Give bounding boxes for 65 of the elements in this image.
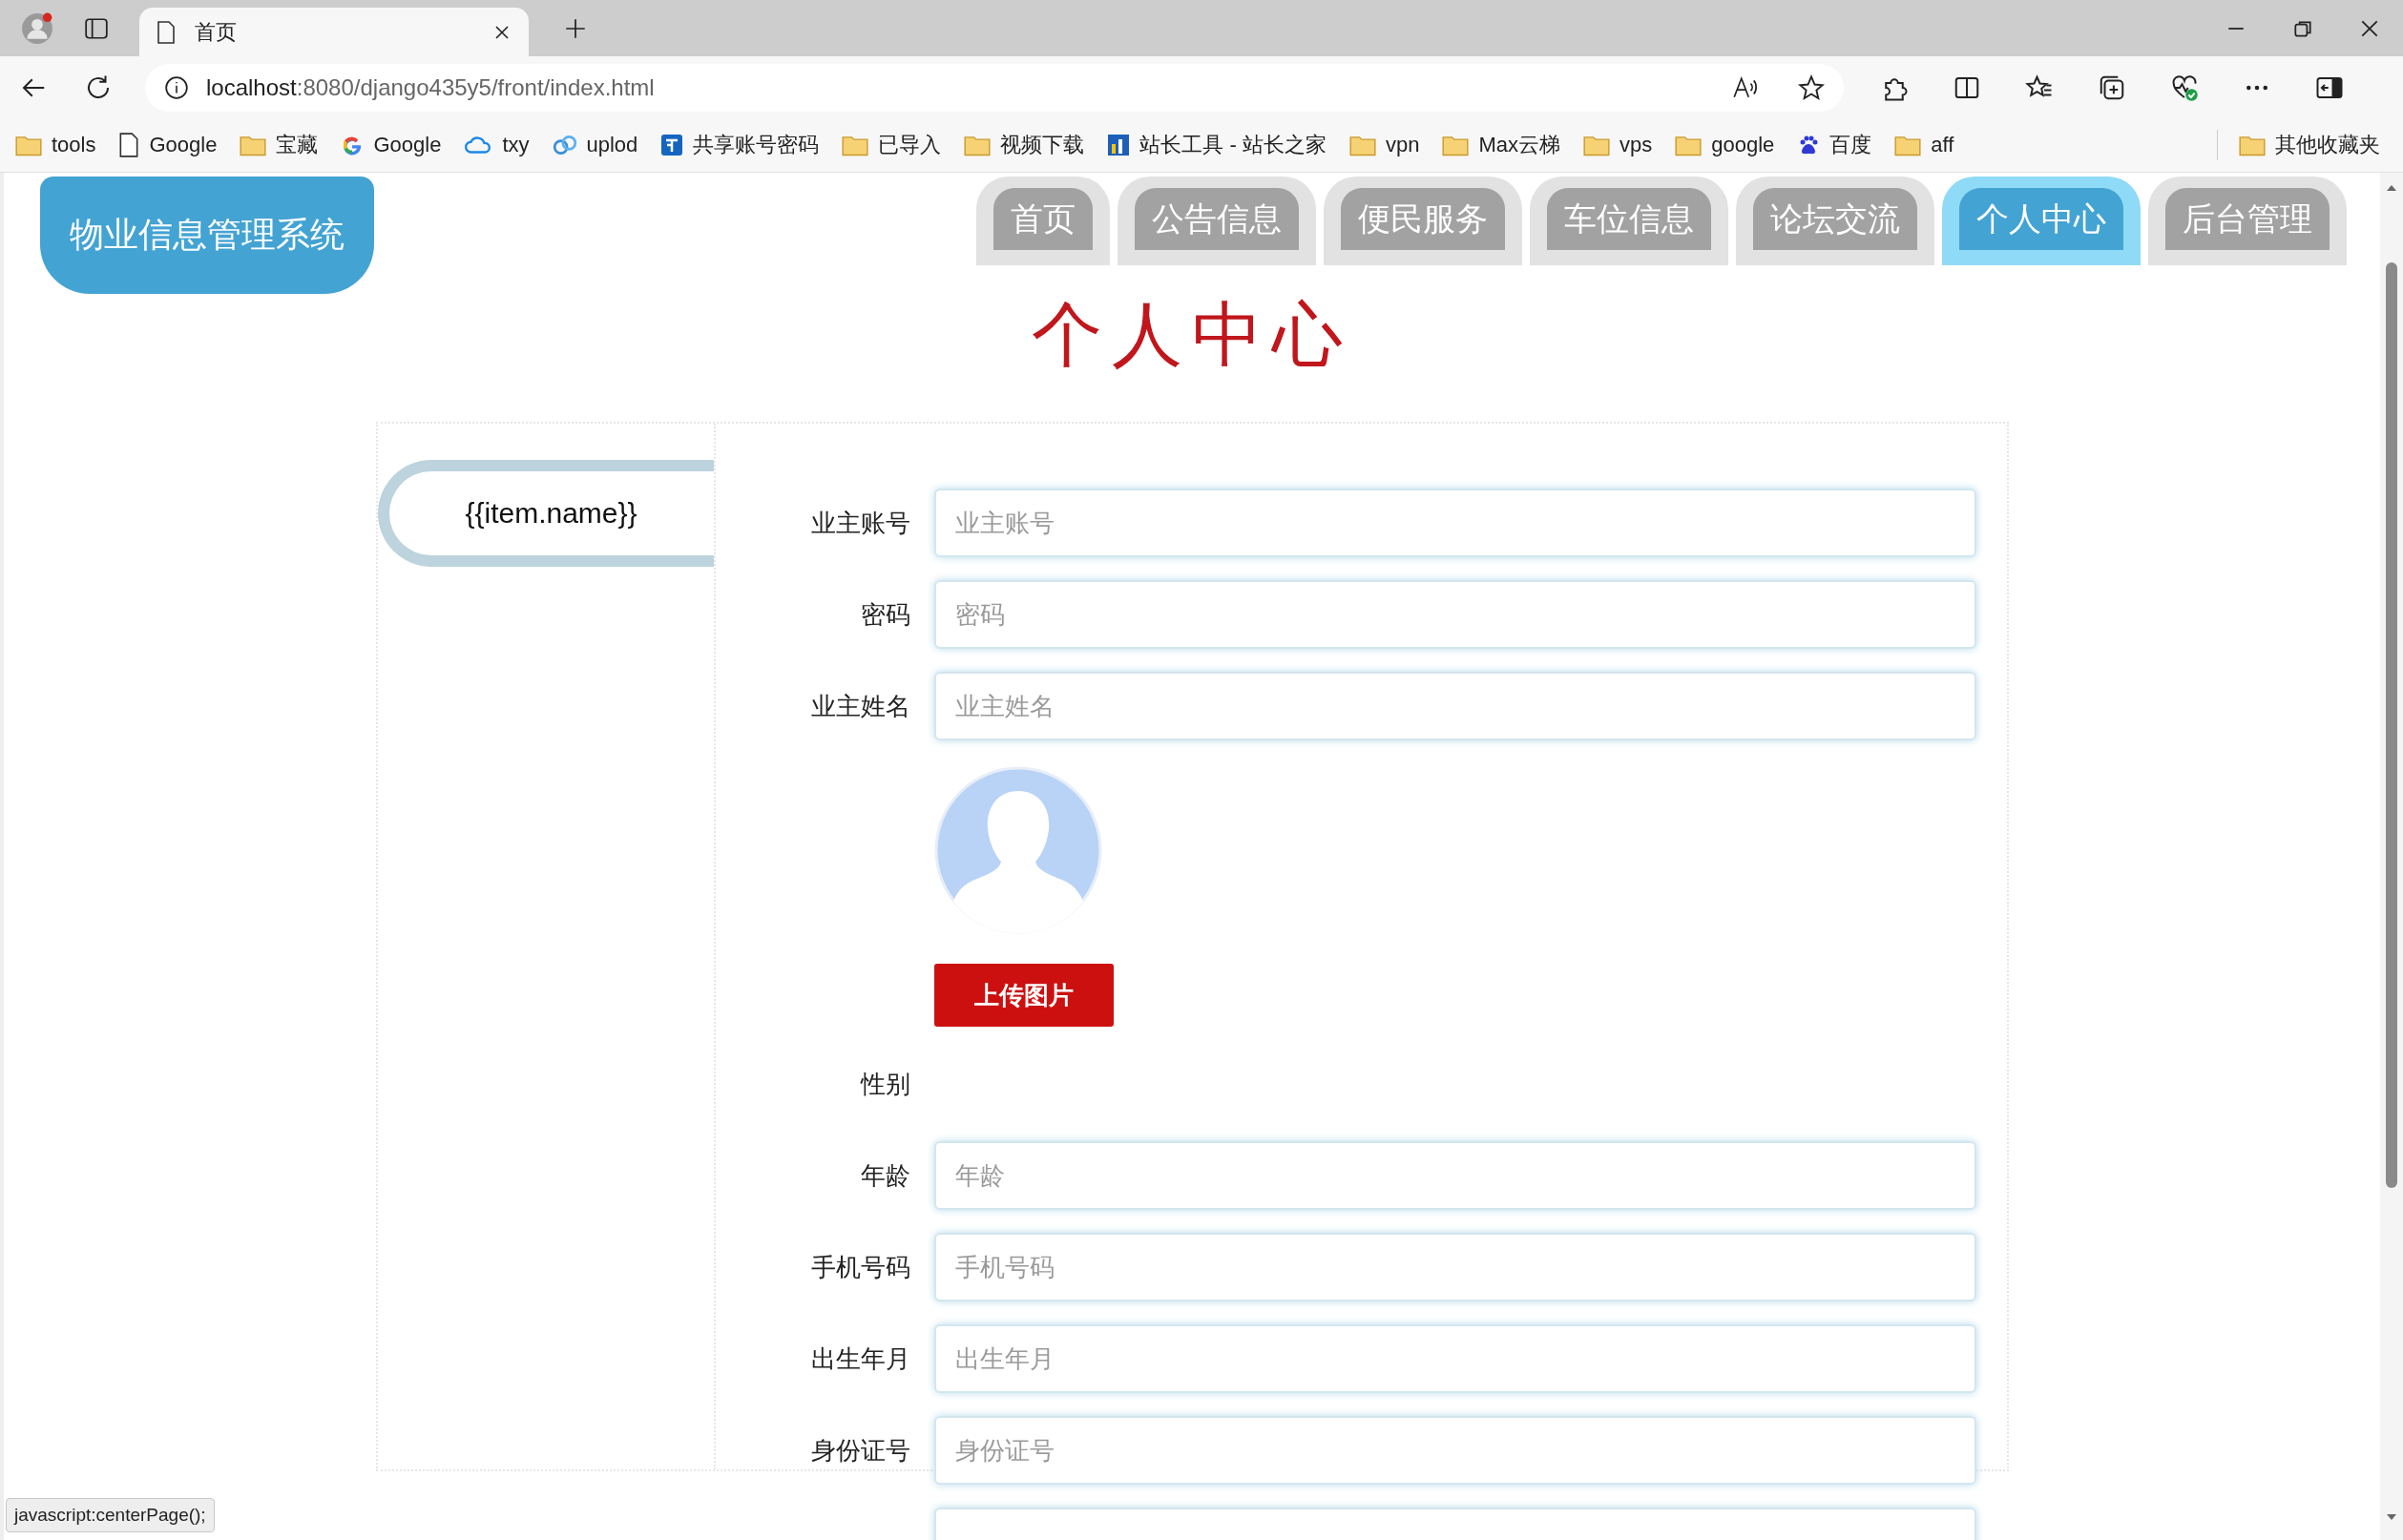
input-field[interactable]: 年龄 [933, 1141, 1976, 1210]
bookmark-item[interactable]: 已导入 [842, 131, 942, 159]
field-label: 性别 [860, 1068, 910, 1100]
url-text: localhost:8080/django435y5/front/index.html [206, 73, 655, 101]
bookmark-item[interactable]: Max云梯 [1442, 131, 1560, 159]
avatar-placeholder-icon [933, 766, 1102, 934]
upload-button[interactable]: 上传图片 [933, 964, 1114, 1027]
star-icon[interactable] [1798, 73, 1825, 101]
page-heading: 个人中心 [1031, 300, 1353, 370]
folder-icon [1675, 134, 1703, 156]
page-icon [118, 133, 140, 157]
sidebar-item[interactable]: {{item.name}} [377, 460, 714, 567]
field-label: 身份证号 [810, 1434, 910, 1467]
status-text: javascript:centerPage(); [6, 1498, 215, 1532]
input-field[interactable]: 身份证号 [933, 1416, 1976, 1485]
field-label: 出生年月 [810, 1342, 910, 1375]
folder-icon [15, 134, 42, 156]
folder-icon [1582, 134, 1610, 156]
app-icon [660, 134, 684, 156]
profile-avatar-icon[interactable] [21, 11, 53, 45]
field-label: 年龄 [860, 1159, 910, 1192]
field-label: 密码 [860, 598, 910, 631]
bookmark-item[interactable]: 共享账号密码 [660, 131, 820, 159]
browser-tab[interactable]: 首页 [139, 8, 529, 56]
info-icon[interactable] [164, 74, 189, 100]
scrollbar[interactable] [2380, 173, 2403, 1540]
folder-icon [964, 134, 992, 156]
swirl-icon [552, 133, 577, 157]
field-label: 业主姓名 [810, 690, 910, 722]
folder-icon [240, 134, 267, 156]
input-field[interactable]: 密码 [933, 580, 1976, 649]
bookmark-item[interactable]: 视频下载 [964, 131, 1085, 159]
bar-chart-icon [1107, 134, 1131, 156]
bookmark-item[interactable]: aff [1894, 133, 1954, 157]
input-field[interactable]: 出生年月 [933, 1324, 1976, 1393]
bookmark-item[interactable]: vpn [1348, 133, 1420, 157]
folder-icon [1894, 134, 1922, 156]
scrollbar-thumb[interactable] [2386, 262, 2397, 1188]
bookmark-item[interactable]: uplod [552, 133, 638, 157]
page-icon [157, 20, 176, 44]
tab-actions-icon[interactable] [84, 15, 109, 41]
bookmark-item[interactable]: 其他收藏夹 [2239, 131, 2380, 159]
bookmark-item[interactable]: 百度 [1797, 131, 1872, 159]
input-field[interactable]: 手机号码 [933, 1233, 1976, 1301]
input-field[interactable]: 业主账号 [933, 489, 1976, 557]
read-aloud-icon[interactable] [1731, 74, 1758, 100]
address-bar[interactable]: localhost:8080/django435y5/front/index.html [145, 63, 1844, 112]
bookmark-item[interactable]: 站长工具 - 站长之家 [1107, 131, 1327, 159]
folder-icon [842, 134, 869, 156]
field-label: 业主账号 [810, 507, 910, 539]
bookmark-item[interactable]: vps [1582, 133, 1653, 157]
bookmark-item[interactable]: Google [118, 133, 218, 157]
field-label: 手机号码 [810, 1251, 910, 1283]
bookmark-item[interactable]: txy [464, 133, 530, 157]
heart-check-icon[interactable] [2170, 73, 2199, 102]
folder-icon [2239, 134, 2266, 156]
tab-title: 首页 [195, 18, 238, 46]
input-field[interactable]: 业主姓名 [933, 672, 1976, 740]
bookmark-item[interactable]: 宝藏 [240, 131, 319, 159]
bookmark-item[interactable]: tools [15, 133, 96, 157]
bookmark-item[interactable]: google [1675, 133, 1775, 157]
cloud-icon [464, 135, 493, 156]
bookmark-item[interactable]: Google [341, 133, 442, 157]
folder-icon [1348, 134, 1376, 156]
folder-icon [1442, 134, 1470, 156]
